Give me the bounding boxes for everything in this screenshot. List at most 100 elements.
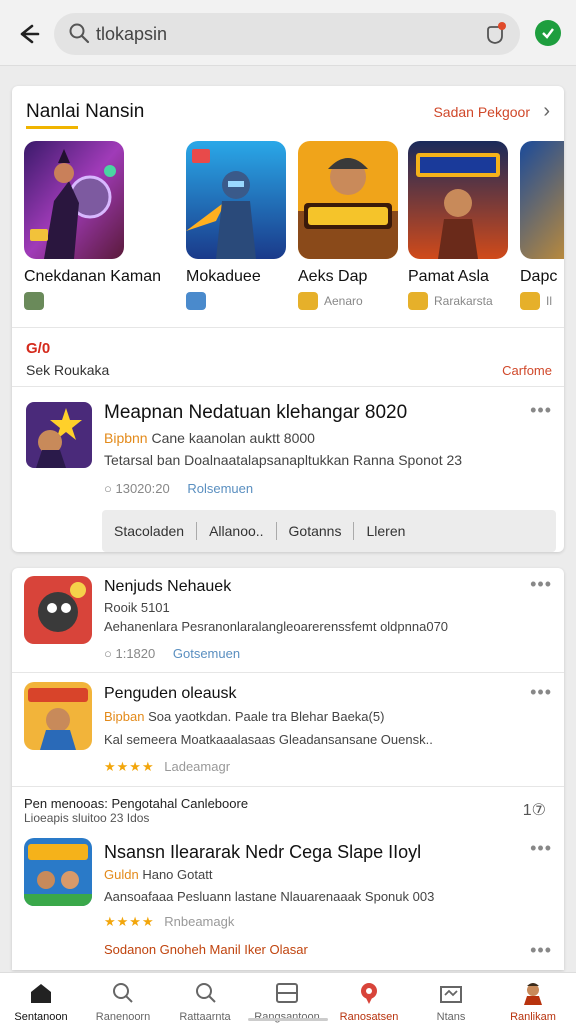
app-description: Aansoafaaa Pesluann lastane Nlauarenaaak… [104,889,435,904]
see-more-link[interactable]: Sadan Pekgoor [433,104,530,120]
clock-icon: ○ [104,481,112,496]
featured-publisher: Bipbnn Cane kaanolan auktt 8000 [104,430,315,446]
home-indicator [248,1018,328,1021]
rating-label: Rnbeamagk [164,914,235,929]
featured-title[interactable]: Meapnan Nedatuan klehangar 8020 [104,402,407,424]
search-bar[interactable] [54,13,520,55]
game-artwork[interactable] [298,141,398,259]
nav-label: Ranosatsen [339,1011,399,1023]
news-icon [440,986,462,1003]
bottom-navigation: Sentanoon Ranenoorn Rattaarnta Rangsanto… [0,972,576,1024]
section-badge: G/0 [26,340,51,357]
more-options-icon[interactable]: ••• [530,838,552,859]
app-meta-link[interactable]: Gotsemuen [173,646,240,661]
app-icon[interactable] [24,576,92,644]
count-badge[interactable]: 1⑦ [523,800,546,820]
search-icon [69,23,90,44]
nav-label: Ntans [436,1011,466,1023]
game-carousel[interactable]: Cnekdanan Kaman Mokaduee Aeks Dap Aenaro… [24,141,564,321]
rating-label: Ladeamagr [164,759,231,774]
tag-bar: Stacoladen Allanoo.. Gotanns Lleren [102,510,556,552]
more-options-icon[interactable]: ••• [530,400,552,421]
divider [12,386,564,387]
clock-icon: ○ [104,646,112,661]
subsection-label: Sek Roukaka [26,362,110,378]
game-tile[interactable]: Mokaduee [186,141,286,310]
nav-label: Rangsantoon [254,1011,320,1023]
game-subtitle: Aenaro [324,294,363,308]
nav-news[interactable]: Ntans [410,973,492,1024]
game-subtitle: Rarakarsta [434,294,493,308]
nav-discover[interactable]: Ranenoorn [82,973,164,1024]
nav-updates[interactable]: Ranosatsen [328,973,410,1024]
tag-chip[interactable]: Stacoladen [102,522,198,540]
nav-profile[interactable]: Ranlikam [492,973,574,1024]
search-icon [113,983,133,1003]
nav-label: Ranenoorn [95,1011,151,1023]
back-arrow-icon[interactable] [14,20,42,48]
app-rating: ★★★★ Rnbeamagk [104,914,234,930]
warning-notice[interactable]: Sodanon Gnoheh Manil Iker Olasar [104,942,308,957]
genre-icon [408,292,428,310]
search-input[interactable] [96,22,476,46]
tag-chip[interactable]: Lleren [354,522,417,540]
game-artwork[interactable] [408,141,508,259]
game-name: Cnekdanan Kaman [24,268,161,285]
nav-home[interactable]: Sentanoon [0,973,82,1024]
app-description: Aehanenlara Pesranonlaralangleoarerenssf… [104,619,449,634]
list-subheader: Pen menooas: Pengotahal Canleboore [24,796,249,811]
app-subtitle: Hano Gotatt [142,867,213,882]
more-options-icon[interactable]: ••• [530,682,552,703]
list-subheader-detail: Lioeapis sluitoo 23 Idos [24,811,150,825]
chevron-right-icon[interactable]: › [543,100,550,123]
game-artwork[interactable] [520,141,564,259]
notification-dot [498,22,506,30]
nav-label: Sentanoon [14,1011,68,1023]
notification-pin-icon [361,983,377,1004]
app-time: 1:1820 [115,646,156,661]
app-title[interactable]: Nenjuds Nehauek [104,578,231,596]
section-title: Nanlai Nansin [26,101,145,122]
tag-chip[interactable]: Gotanns [277,522,355,540]
game-tile[interactable]: Pamat Asla Rarakarsta [408,141,508,310]
game-subtitle: Il [546,294,552,308]
app-meta: ○ 1:1820 Gotsemuen [104,646,240,661]
game-name: Dapc [520,268,558,285]
app-icon[interactable] [24,682,92,750]
game-tile[interactable]: Dapc Il [520,141,564,310]
app-publisher: Bipban Soa yaotkdan. Paale tra Blehar Ba… [104,709,384,724]
nav-label: Rattaarnta [179,1011,231,1023]
game-artwork[interactable] [186,141,286,259]
app-list-card: Nenjuds Nehauek Rooik 5101 Aehanenlara P… [12,568,564,970]
featured-app-icon[interactable] [26,402,92,468]
app-rating: ★★★★ Ladeamagr [104,759,230,775]
game-name: Mokaduee [186,268,261,285]
genre-icon [520,292,540,310]
more-options-icon[interactable]: ••• [530,940,552,961]
game-artwork[interactable] [24,141,124,259]
app-publisher: Guldn Hano Gotatt [104,867,212,882]
genre-icon [298,292,318,310]
nav-search[interactable]: Rattaarnta [164,973,246,1024]
featured-meta-link[interactable]: Rolsemuen [187,481,253,496]
more-options-icon[interactable]: ••• [530,574,552,595]
profile-avatar-icon [524,983,542,1005]
game-tile[interactable]: Aeks Dap Aenaro [298,141,398,310]
featured-card: Nanlai Nansin Sadan Pekgoor › Cnekdanan … [12,86,564,552]
app-title[interactable]: Nsansn Ileararak Nedr Cega Slape IIoyl [104,842,421,863]
nav-library[interactable]: Rangsantoon [246,973,328,1024]
genre-icon [186,292,206,310]
app-version: Rooik 5101 [104,600,170,615]
subsection-link[interactable]: Carfome [502,363,552,378]
app-title[interactable]: Penguden oleausk [104,685,237,703]
game-tile[interactable]: Cnekdanan Kaman [24,141,161,310]
featured-subtitle: Cane kaanolan auktt 8000 [151,430,315,446]
star-rating-icon: ★★★★ [104,914,155,929]
library-icon [276,983,298,1003]
divider [12,327,564,328]
featured-description: Tetarsal ban Doalnaatalapsanapltukkan Ra… [104,452,463,468]
tag-chip[interactable]: Allanoo.. [197,522,277,540]
game-name: Aeks Dap [298,268,368,285]
app-icon[interactable] [24,838,92,906]
account-avatar[interactable] [535,20,561,46]
